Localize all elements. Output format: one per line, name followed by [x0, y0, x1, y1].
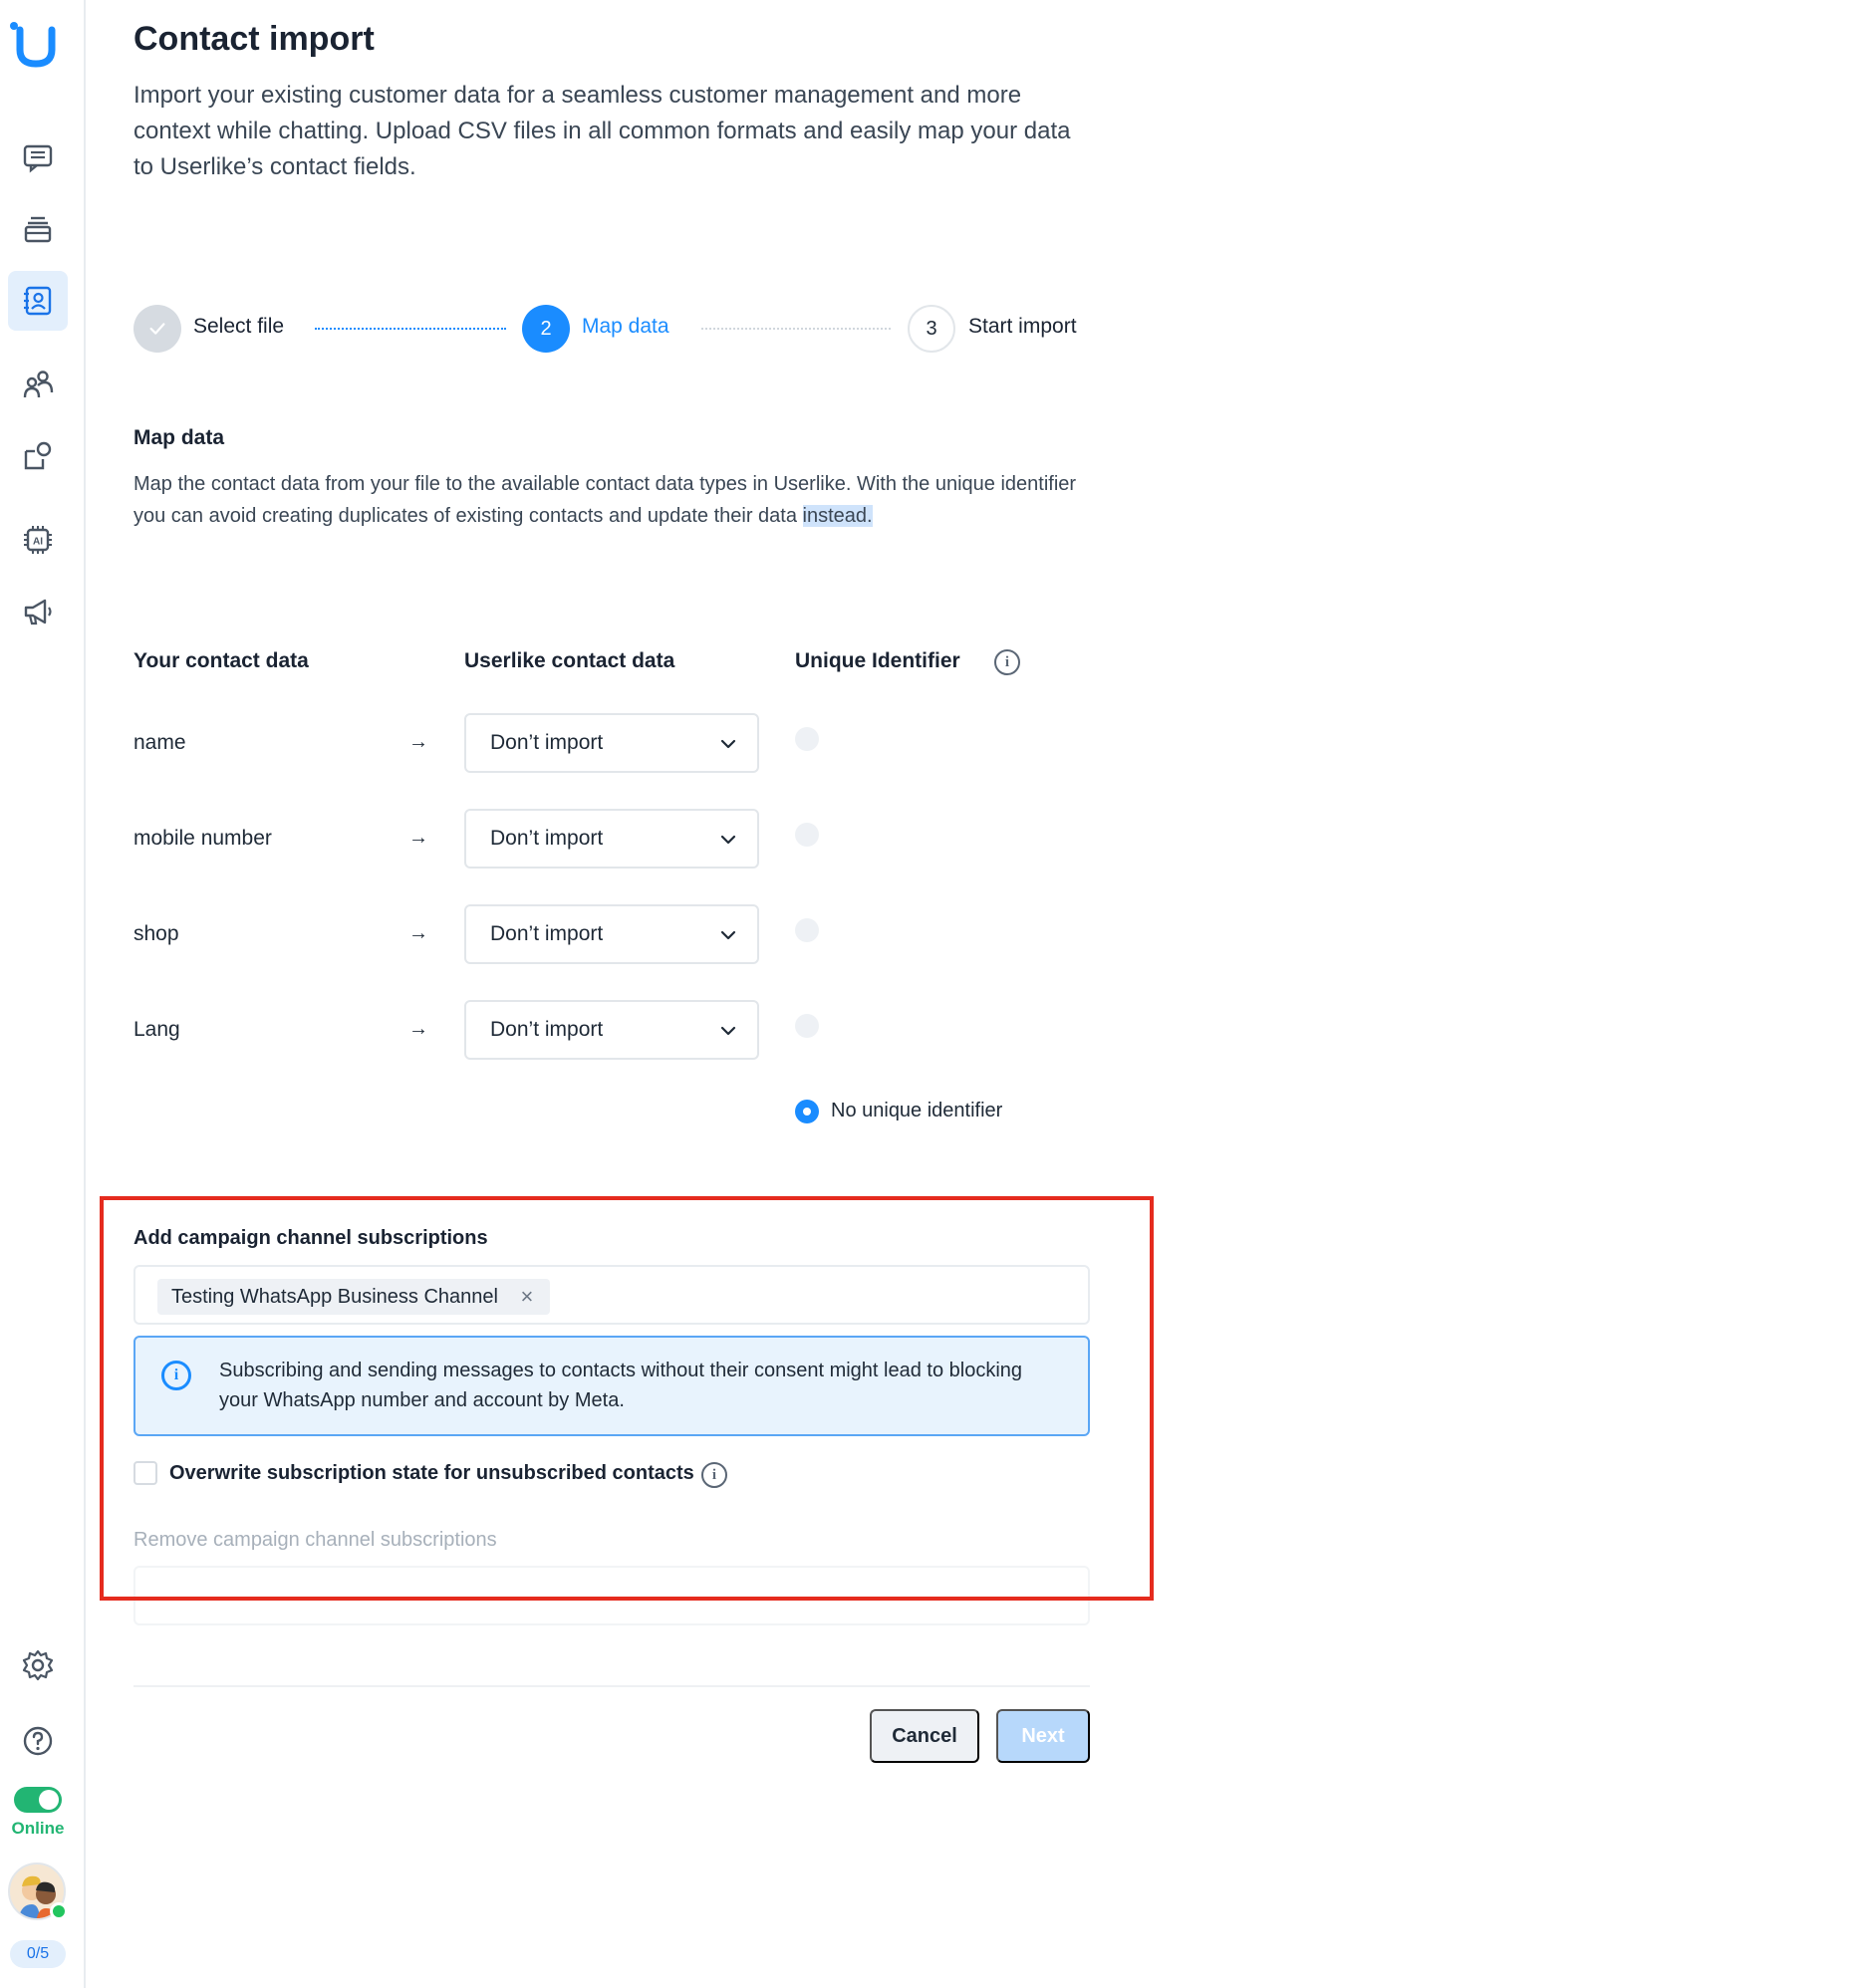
column-header-userlike-data: Userlike contact data [464, 649, 675, 672]
userlike-field-select[interactable]: Don’t import [464, 809, 759, 869]
sidebar-item-ai[interactable]: AI [8, 510, 68, 570]
userlike-field-select[interactable]: Don’t import [464, 1000, 759, 1060]
mapping-row-field: Lang [133, 1018, 180, 1041]
chat-icon [23, 144, 53, 173]
next-button[interactable]: Next [996, 1709, 1090, 1763]
column-header-your-data: Your contact data [133, 649, 309, 672]
cancel-button[interactable]: Cancel [870, 1709, 979, 1763]
chevron-down-icon [720, 1026, 736, 1036]
step-2-label: Map data [582, 315, 669, 338]
userlike-field-select-value: Don’t import [490, 1018, 604, 1041]
online-status-toggle[interactable] [14, 1787, 62, 1813]
chevron-down-icon [720, 739, 736, 749]
svg-text:AI: AI [33, 537, 43, 548]
userlike-field-select-value: Don’t import [490, 922, 604, 945]
unique-identifier-radio[interactable] [795, 727, 819, 751]
arrow-right-icon: → [408, 827, 428, 849]
userlike-field-select-value: Don’t import [490, 827, 604, 850]
unique-identifier-radio[interactable] [795, 918, 819, 942]
sidebar-item-chats[interactable] [8, 127, 68, 187]
arrow-right-icon: → [408, 1018, 428, 1040]
megaphone-icon [24, 599, 52, 625]
help-icon [23, 1726, 53, 1756]
chevron-down-icon [720, 930, 736, 940]
mapping-row-field: shop [133, 922, 179, 945]
ai-chip-icon: AI [24, 526, 52, 554]
inbox-stack-icon [24, 216, 52, 243]
chat-count-badge: 0/5 [10, 1940, 66, 1968]
step-1-label: Select file [193, 315, 285, 338]
sidebar-item-contacts[interactable] [8, 271, 68, 331]
sidebar: AI Online 0/5 [0, 0, 86, 1988]
sidebar-item-integrations[interactable] [8, 426, 68, 486]
step-3-circle: 3 [908, 305, 955, 353]
column-header-unique-identifier: Unique Identifier [795, 649, 960, 672]
step-3-label: Start import [968, 315, 1077, 338]
sidebar-item-inbox[interactable] [8, 199, 68, 259]
sidebar-item-team[interactable] [8, 355, 68, 414]
chevron-down-icon [720, 835, 736, 845]
integrations-icon [24, 441, 52, 470]
step-connector-2 [701, 328, 891, 330]
no-unique-identifier-radio[interactable] [795, 1100, 819, 1123]
map-data-description-selected-text: instead. [802, 505, 873, 527]
contacts-icon [24, 286, 52, 316]
no-unique-identifier-label[interactable]: No unique identifier [831, 1100, 1002, 1122]
arrow-right-icon: → [408, 922, 428, 944]
step-connector-1 [315, 328, 506, 330]
unique-identifier-radio[interactable] [795, 1014, 819, 1038]
userlike-logo[interactable] [8, 20, 60, 68]
mapping-row-field: mobile number [133, 827, 272, 850]
step-1-circle [133, 305, 181, 353]
mapping-row-field: name [133, 731, 186, 754]
unique-identifier-radio[interactable] [795, 823, 819, 847]
userlike-field-select[interactable]: Don’t import [464, 713, 759, 773]
checkmark-icon [149, 323, 165, 335]
step-2-circle: 2 [522, 305, 570, 353]
page-intro: Import your existing customer data for a… [133, 82, 1071, 180]
map-data-title: Map data [133, 426, 225, 449]
userlike-field-select-value: Don’t import [490, 731, 604, 754]
team-icon [23, 371, 54, 398]
page-title: Contact import [133, 20, 375, 58]
online-status-label: Online [11, 1819, 65, 1838]
highlight-annotation-box [100, 1196, 1154, 1601]
arrow-right-icon: → [408, 731, 428, 753]
unique-identifier-info-icon[interactable]: i [994, 649, 1020, 675]
sidebar-item-campaigns[interactable] [8, 582, 68, 641]
map-data-description-text: Map the contact data from your file to t… [133, 473, 1077, 527]
footer-divider [133, 1685, 1090, 1687]
online-indicator-dot [50, 1902, 68, 1920]
sidebar-item-settings[interactable] [8, 1635, 68, 1695]
gear-icon [22, 1649, 54, 1681]
userlike-field-select[interactable]: Don’t import [464, 904, 759, 964]
map-data-description: Map the contact data from your file to t… [133, 468, 1090, 532]
sidebar-item-help[interactable] [8, 1711, 68, 1771]
